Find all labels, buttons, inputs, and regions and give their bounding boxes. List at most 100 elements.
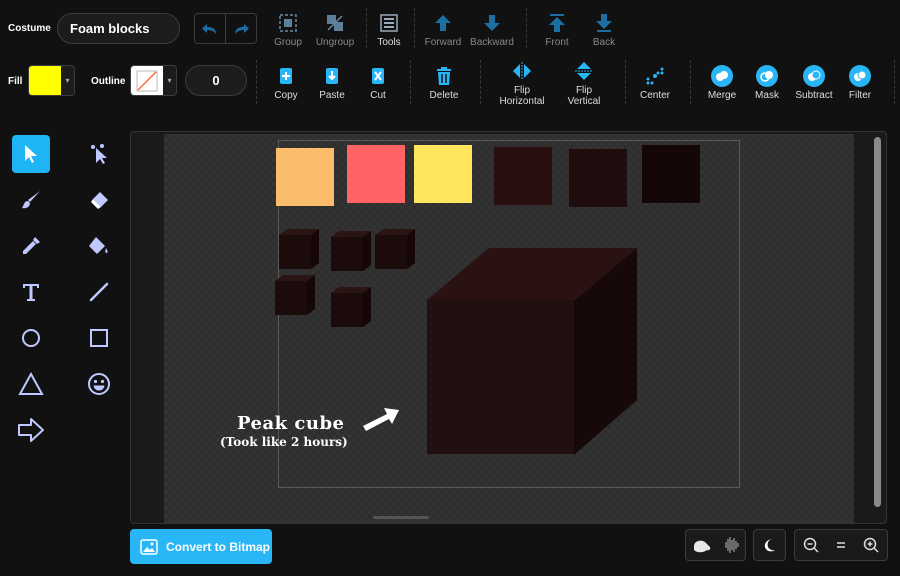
- flip-horizontal-label: Flip Horizontal: [499, 85, 545, 107]
- small-cube: [275, 275, 315, 315]
- hand-paint-icon: [694, 540, 711, 553]
- arrow-right-icon: [18, 418, 44, 442]
- triangle-tool[interactable]: [12, 365, 50, 403]
- undo-button[interactable]: [195, 14, 226, 43]
- front-button[interactable]: Front: [540, 12, 574, 48]
- darker-red-square[interactable]: [569, 149, 627, 207]
- delete-button[interactable]: Delete: [426, 65, 462, 101]
- costume-name-input[interactable]: Foam blocks: [57, 13, 180, 44]
- eraser-tool[interactable]: [80, 181, 118, 219]
- backward-label: Backward: [470, 37, 514, 48]
- cut-button[interactable]: Cut: [362, 65, 394, 101]
- yellow-square[interactable]: [414, 145, 472, 203]
- divider: [366, 8, 367, 48]
- delete-label: Delete: [429, 90, 459, 101]
- forward-button[interactable]: Forward: [423, 12, 463, 48]
- filter-icon: [854, 70, 867, 81]
- outline-width-input[interactable]: 0: [185, 65, 247, 96]
- divider: [625, 60, 626, 104]
- tools-button[interactable]: Tools: [374, 12, 404, 48]
- convert-to-bitmap-button[interactable]: Convert to Bitmap: [130, 529, 272, 564]
- filter-button[interactable]: Filter: [845, 65, 875, 101]
- orange-square[interactable]: [276, 148, 334, 206]
- merge-button[interactable]: Merge: [704, 65, 740, 101]
- undo-icon: [202, 23, 216, 34]
- dark-mode-toggle[interactable]: [753, 529, 786, 561]
- filter-label: Filter: [848, 90, 872, 101]
- annotation-arrow-icon: [363, 408, 399, 431]
- mask-label: Mask: [755, 90, 779, 101]
- small-cube: [331, 231, 371, 271]
- backward-button[interactable]: Backward: [469, 12, 515, 48]
- cut-icon: [372, 68, 384, 84]
- redo-button[interactable]: [226, 14, 256, 43]
- divider: [480, 60, 481, 104]
- arrow-shape-tool[interactable]: [12, 411, 50, 449]
- outline-color-picker[interactable]: ▾: [130, 65, 177, 96]
- image-icon: [140, 538, 158, 555]
- forward-label: Forward: [424, 37, 462, 48]
- copy-button[interactable]: Copy: [270, 65, 302, 101]
- zoom-out-button[interactable]: [803, 537, 819, 553]
- rectangle-tool[interactable]: [80, 319, 118, 357]
- copy-label: Copy: [274, 90, 298, 101]
- zoom-in-button[interactable]: [863, 537, 879, 553]
- flip-horizontal-button[interactable]: Flip Horizontal: [496, 60, 548, 107]
- equals-icon: [837, 542, 845, 548]
- small-cube: [375, 229, 415, 269]
- vertical-scrollbar[interactable]: [874, 137, 881, 507]
- divider: [414, 8, 415, 48]
- fill-swatch: [29, 66, 61, 95]
- forward-icon: [435, 15, 451, 31]
- zoom-reset-button[interactable]: [835, 540, 847, 550]
- triangle-icon: [18, 372, 44, 395]
- line-tool[interactable]: [80, 273, 118, 311]
- fill-label: Fill: [8, 76, 23, 87]
- group-button[interactable]: Group: [272, 12, 304, 48]
- divider: [690, 60, 691, 104]
- flip-vertical-button[interactable]: Flip Vertical: [563, 60, 605, 107]
- peak-cube[interactable]: [423, 244, 643, 459]
- canvas-caption-sub: (Took like 2 hours): [220, 435, 348, 449]
- back-label: Back: [592, 37, 616, 48]
- center-label: Center: [639, 90, 670, 101]
- ungroup-label: Ungroup: [315, 37, 355, 48]
- center-button[interactable]: Center: [637, 65, 673, 101]
- paint-bucket-icon: [89, 237, 108, 254]
- sound-wave-button[interactable]: [724, 535, 740, 555]
- brush-tool[interactable]: [12, 181, 50, 219]
- paste-button[interactable]: Paste: [316, 65, 348, 101]
- red-square[interactable]: [347, 145, 405, 203]
- reshape-tool[interactable]: [80, 135, 118, 173]
- ungroup-button[interactable]: Ungroup: [314, 12, 356, 48]
- undo-redo-group: [194, 13, 257, 44]
- outline-label: Outline: [91, 76, 126, 87]
- fill-color-picker[interactable]: ▾: [28, 65, 75, 96]
- horizontal-scrollbar[interactable]: [373, 516, 429, 519]
- darkest-red-square[interactable]: [642, 145, 700, 203]
- select-tool[interactable]: [12, 135, 50, 173]
- paint-bucket-tool[interactable]: [80, 227, 118, 265]
- subtract-label: Subtract: [795, 90, 833, 101]
- tools-label: Tools: [377, 37, 401, 48]
- backward-icon: [484, 15, 500, 31]
- drawing-canvas[interactable]: [130, 131, 887, 524]
- fill-tool[interactable]: [12, 227, 50, 265]
- zoom-in-icon: [863, 537, 879, 553]
- smiley-icon: [88, 373, 110, 395]
- arrow-cursor-icon: [25, 145, 37, 163]
- paint-dropper-button[interactable]: [691, 536, 713, 554]
- reshape-icon: [91, 144, 107, 164]
- back-button[interactable]: Back: [588, 12, 620, 48]
- merge-label: Merge: [707, 90, 737, 101]
- dark-red-square[interactable]: [494, 147, 552, 205]
- mask-button[interactable]: Mask: [751, 65, 783, 101]
- divider: [894, 60, 895, 104]
- circle-tool[interactable]: [12, 319, 50, 357]
- center-icon: [646, 67, 664, 85]
- caret-down-icon: ▾: [167, 76, 172, 85]
- emoji-tool[interactable]: [80, 365, 118, 403]
- costume-label: Costume: [8, 23, 51, 34]
- subtract-button[interactable]: Subtract: [793, 65, 835, 101]
- text-tool[interactable]: [12, 273, 50, 311]
